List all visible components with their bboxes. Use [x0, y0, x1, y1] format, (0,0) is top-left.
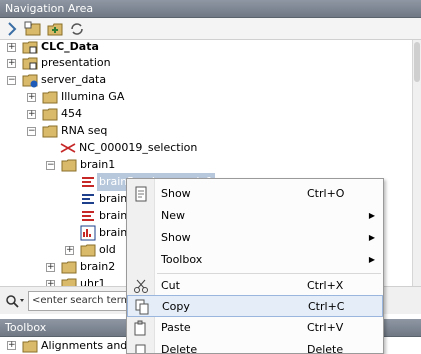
folder-icon	[80, 244, 96, 257]
menu-item-delete[interactable]: Delete Delete	[127, 339, 383, 354]
menu-label: Cut	[161, 279, 180, 292]
navigation-area-title: Navigation Area	[0, 0, 421, 18]
folder-open-icon	[42, 125, 58, 138]
search-input[interactable]: <enter search term>	[28, 291, 128, 311]
copy-icon	[135, 299, 149, 315]
menu-item-cut[interactable]: Cut Ctrl+X	[127, 275, 383, 297]
tree-item-server-data[interactable]: − server_data	[0, 71, 412, 89]
menu-item-paste[interactable]: Paste Ctrl+V	[127, 317, 383, 339]
menu-item-show-submenu[interactable]: Show ▶	[127, 227, 383, 249]
menu-item-new[interactable]: New ▶	[127, 205, 383, 227]
mapping-icon	[82, 194, 94, 204]
collapse-icon[interactable]: −	[27, 127, 36, 136]
submenu-arrow-icon: ▶	[368, 255, 375, 264]
menu-label: Paste	[161, 321, 191, 334]
menu-label: Delete	[161, 343, 198, 354]
collapse-icon[interactable]	[4, 21, 22, 37]
menu-item-show[interactable]: Show Ctrl+O	[127, 183, 383, 205]
new-element-icon[interactable]	[46, 21, 64, 37]
collapse-icon[interactable]: −	[7, 76, 16, 85]
menu-label: New	[161, 209, 185, 222]
expand-icon[interactable]: +	[46, 263, 55, 272]
folder-icon	[22, 340, 38, 353]
show-icon	[135, 186, 147, 202]
refresh-icon[interactable]	[68, 21, 86, 37]
tree-item-label: old	[99, 243, 116, 256]
folder-icon	[42, 91, 58, 104]
tree-scrollbar[interactable]	[412, 40, 421, 286]
tree-item-rna-seq[interactable]: − RNA seq	[0, 122, 412, 140]
tree-item-nc-000019-selection[interactable]: NC_000019_selection	[0, 139, 412, 157]
expand-icon[interactable]: +	[65, 246, 74, 255]
expand-icon[interactable]: +	[27, 110, 36, 119]
tree-item-illumina-ga[interactable]: + Illumina GA	[0, 88, 412, 106]
folder-icon	[42, 108, 58, 121]
menu-shortcut: Delete	[307, 343, 344, 354]
tree-item-label: brain1	[80, 158, 116, 171]
tree-item-label: presentation	[41, 56, 111, 69]
tree-item-brain1[interactable]: − brain1	[0, 156, 412, 174]
submenu-arrow-icon: ▶	[368, 211, 375, 220]
navigation-toolbar	[0, 18, 421, 40]
sequence-icon	[60, 143, 76, 153]
search-icon[interactable]	[5, 294, 25, 308]
scrollbar-thumb[interactable]	[414, 42, 420, 82]
expand-icon[interactable]: +	[7, 59, 16, 68]
paste-icon	[134, 320, 146, 336]
expand-icon[interactable]: +	[7, 43, 16, 52]
menu-shortcut: Ctrl+O	[307, 187, 345, 200]
collapse-icon[interactable]: −	[46, 161, 55, 170]
scissors-icon	[134, 279, 148, 293]
menu-shortcut: Ctrl+C	[308, 300, 345, 313]
reads-icon	[82, 177, 94, 187]
tree-item-label: server_data	[41, 73, 107, 86]
tree-item-label: brain2	[80, 260, 116, 273]
tree-item-label: 454	[61, 107, 82, 120]
reads-icon	[82, 211, 94, 221]
menu-label: Show	[161, 187, 191, 200]
folder-icon	[61, 261, 77, 274]
tree-item-label: Illumina GA	[61, 90, 125, 103]
context-menu: Show Ctrl+O New ▶ Show ▶ Toolbox ▶ Cut C…	[126, 178, 384, 354]
new-folder-icon[interactable]	[24, 21, 42, 37]
tree-item-presentation[interactable]: + presentation	[0, 54, 412, 72]
menu-label: Show	[161, 231, 191, 244]
tree-item-454[interactable]: + 454	[0, 105, 412, 123]
menu-item-toolbox[interactable]: Toolbox ▶	[127, 249, 383, 271]
menu-separator	[157, 273, 381, 274]
expression-icon	[80, 225, 96, 241]
folder-link-icon	[22, 57, 38, 70]
expand-icon[interactable]: +	[7, 341, 16, 350]
folder-open-icon	[61, 159, 77, 172]
menu-label: Toolbox	[161, 253, 203, 266]
submenu-arrow-icon: ▶	[368, 233, 375, 242]
menu-label: Copy	[162, 300, 190, 313]
menu-shortcut: Ctrl+X	[307, 279, 344, 292]
menu-item-copy[interactable]: Copy Ctrl+C	[127, 295, 383, 317]
expand-icon[interactable]: +	[27, 93, 36, 102]
tree-item-label: RNA seq	[61, 124, 108, 137]
folder-link-icon	[22, 41, 38, 54]
delete-icon	[135, 344, 146, 353]
tree-item-label: NC_000019_selection	[79, 141, 198, 154]
menu-shortcut: Ctrl+V	[307, 321, 344, 334]
server-folder-icon	[22, 74, 38, 88]
